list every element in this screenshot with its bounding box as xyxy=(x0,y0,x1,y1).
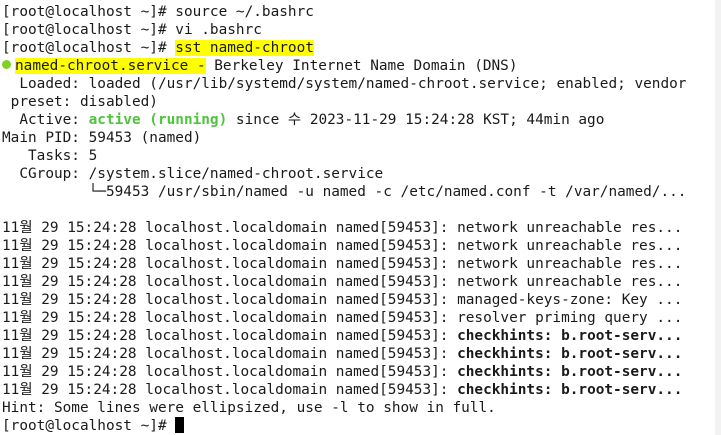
command-line-sst: [root@localhost ~]# sst named-chroot xyxy=(2,39,721,57)
scrollbar[interactable] xyxy=(715,0,721,435)
log-line: 11월 29 15:24:28 localhost.localdomain na… xyxy=(2,238,683,254)
unit-name: named-chroot.service - xyxy=(15,58,206,74)
log-message-bold: checkhints: b.root-serv... xyxy=(457,382,683,398)
loaded-line-continued: preset: disabled) xyxy=(2,94,158,110)
unit-header-line: named-chroot.service - Berkeley Internet… xyxy=(2,57,721,75)
loaded-line: Loaded: loaded (/usr/lib/systemd/system/… xyxy=(2,76,687,92)
log-message-bold: checkhints: b.root-serv... xyxy=(457,346,683,362)
log-prefix: 11월 29 15:24:28 localhost.localdomain na… xyxy=(2,328,458,344)
hint-line: Hint: Some lines were ellipsized, use -l… xyxy=(2,400,496,416)
command-line-source: [root@localhost ~]# source ~/.bashrc xyxy=(2,4,314,20)
log-line: 11월 29 15:24:28 localhost.localdomain na… xyxy=(2,345,721,363)
active-state: active (running) xyxy=(88,112,228,128)
log-message-bold: checkhints: b.root-serv... xyxy=(457,364,683,380)
log-line: 11월 29 15:24:28 localhost.localdomain na… xyxy=(2,256,683,272)
unit-description: Berkeley Internet Name Domain (DNS) xyxy=(205,58,518,74)
log-line: 11월 29 15:24:28 localhost.localdomain na… xyxy=(2,363,721,381)
log-message-bold: checkhints: b.root-serv... xyxy=(457,328,683,344)
log-line: 11월 29 15:24:28 localhost.localdomain na… xyxy=(2,292,683,308)
log-prefix: 11월 29 15:24:28 localhost.localdomain na… xyxy=(2,364,458,380)
active-line: Active: active (running) since 수 2023-11… xyxy=(2,111,721,129)
active-since: since 수 2023-11-29 15:24:28 KST; 44min a… xyxy=(227,112,605,128)
log-prefix: 11월 29 15:24:28 localhost.localdomain na… xyxy=(2,346,458,362)
log-prefix: 11월 29 15:24:28 localhost.localdomain na… xyxy=(2,382,458,398)
command-line-vi: [root@localhost ~]# vi .bashrc xyxy=(2,22,262,38)
status-dot-icon xyxy=(2,60,11,69)
active-label: Active: xyxy=(2,112,89,128)
log-line: 11월 29 15:24:28 localhost.localdomain na… xyxy=(2,274,683,290)
log-line: 11월 29 15:24:28 localhost.localdomain na… xyxy=(2,381,721,399)
tasks-line: Tasks: 5 xyxy=(2,148,98,164)
log-line: 11월 29 15:24:28 localhost.localdomain na… xyxy=(2,310,683,326)
prompt: [root@localhost ~]# xyxy=(2,418,176,434)
text-cursor xyxy=(175,417,185,433)
log-line: 11월 29 15:24:28 localhost.localdomain na… xyxy=(2,220,683,236)
main-pid-line: Main PID: 59453 (named) xyxy=(2,130,202,146)
prompt: [root@localhost ~]# xyxy=(2,40,176,56)
cgroup-line: CGroup: /system.slice/named-chroot.servi… xyxy=(2,166,384,182)
cgroup-child-line: └─59453 /usr/sbin/named -u named -c /etc… xyxy=(2,184,687,200)
final-prompt-line[interactable]: [root@localhost ~]# xyxy=(2,417,721,435)
highlighted-command: sst named-chroot xyxy=(175,40,314,56)
log-line: 11월 29 15:24:28 localhost.localdomain na… xyxy=(2,327,721,345)
terminal-window[interactable]: [root@localhost ~]# source ~/.bashrc [ro… xyxy=(0,0,721,435)
